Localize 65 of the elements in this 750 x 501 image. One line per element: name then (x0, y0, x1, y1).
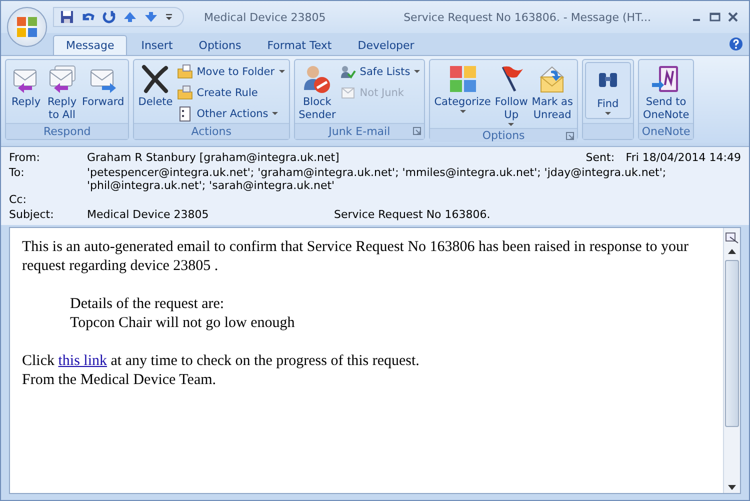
subject-text: Medical Device 23805 (87, 208, 210, 222)
field-label: Cc: (9, 193, 28, 207)
ribbon-tab[interactable]: Format Text (255, 36, 344, 55)
ribbon-button[interactable]: Categorize (432, 62, 493, 115)
ribbon-button[interactable]: Send to OneNote (640, 62, 692, 123)
ribbon-button[interactable]: Follow Up (492, 62, 530, 128)
detail-line: Topcon Chair will not go low enough (70, 314, 296, 333)
body-paragraph: This is an auto-generated email to confirm that Service Request No 163806 has been raised in response to your request regarding device 23805 . (22, 238, 690, 276)
field-label: From: (9, 151, 41, 165)
people-check-icon (340, 64, 356, 80)
up-arrow-icon[interactable] (123, 10, 137, 24)
body-link[interactable]: this link (58, 353, 108, 369)
ribbon-tab[interactable]: Message (53, 35, 128, 55)
ribbon-button[interactable]: Move to Folder (174, 63, 287, 81)
body-text: at any time to check on the progress of this request. (110, 353, 420, 369)
ribbon-button[interactable]: Find (584, 62, 631, 119)
close-icon[interactable] (727, 11, 739, 23)
group-label: Respond (43, 125, 91, 138)
folder-rule-icon (176, 85, 193, 101)
envelope-icon (340, 85, 356, 101)
ribbon-button[interactable]: Forward (80, 62, 126, 110)
sent-date: Fri 18/04/2014 14:49 (626, 151, 741, 165)
window-title: Service Request No 163806. - Message (HT... (404, 10, 651, 24)
ribbon-button[interactable]: Create Rule (174, 84, 287, 102)
document-title: Medical Device 23805 (204, 10, 326, 24)
ribbon-button[interactable]: Mark as Unread (530, 62, 575, 123)
group-label: Junk E-mail (328, 125, 390, 138)
group-label: Options (482, 129, 525, 142)
folder-move-icon (176, 64, 193, 80)
field-label: Sent: (586, 151, 616, 165)
save-icon[interactable] (60, 10, 74, 24)
group-label: OneNote (642, 125, 690, 138)
down-arrow-icon[interactable] (144, 10, 158, 24)
ribbon-tab[interactable]: Options (186, 36, 254, 55)
help-icon[interactable] (729, 37, 743, 51)
ruler-icon[interactable] (725, 230, 739, 244)
scroll-down-icon[interactable] (727, 483, 737, 491)
ribbon-button[interactable]: Reply (8, 62, 44, 110)
office-button[interactable] (7, 7, 47, 47)
logo-icon (15, 15, 39, 39)
ribbon-button[interactable]: Delete (136, 62, 175, 110)
detail-line: Details of the request are: (70, 295, 226, 314)
ribbon-button[interactable]: Other Actions (174, 105, 287, 123)
body-paragraph: From the Medical Device Team. (22, 371, 218, 390)
subject-text: Service Request No 163806. (334, 208, 490, 222)
dialog-launcher-icon[interactable] (413, 127, 422, 135)
customize-icon[interactable] (165, 12, 173, 22)
ribbon-button[interactable]: Block Sender (296, 62, 338, 123)
maximize-icon[interactable] (709, 11, 721, 23)
recipients-text: 'petespencer@integra.uk.net'; 'graham@integra.uk.net'; 'mmiles@integra.uk.net'; 'jday@integra.uk.net'; 'phil@integra.uk.net'; 'sarah@integra.uk.net' (87, 166, 668, 192)
sender-text: Graham R Stanbury [graham@integra.uk.net] (87, 151, 340, 165)
dialog-launcher-icon[interactable] (566, 132, 574, 140)
ribbon-tab[interactable]: Developer (346, 36, 426, 55)
ribbon-tab[interactable]: Insert (129, 36, 185, 55)
ribbon-button[interactable]: Safe Lists (338, 63, 422, 81)
scroll-up-icon[interactable] (727, 248, 737, 256)
scroll-thumb[interactable] (725, 260, 739, 427)
group-label: Actions (191, 125, 232, 138)
ribbon-button[interactable]: Reply to All (44, 62, 80, 123)
redo-icon[interactable] (102, 10, 116, 24)
field-label: To: (9, 166, 26, 181)
vertical-scrollbar[interactable] (723, 228, 740, 493)
document-icon (176, 106, 193, 122)
body-text: Click (22, 353, 54, 369)
field-label: Subject: (9, 208, 55, 222)
